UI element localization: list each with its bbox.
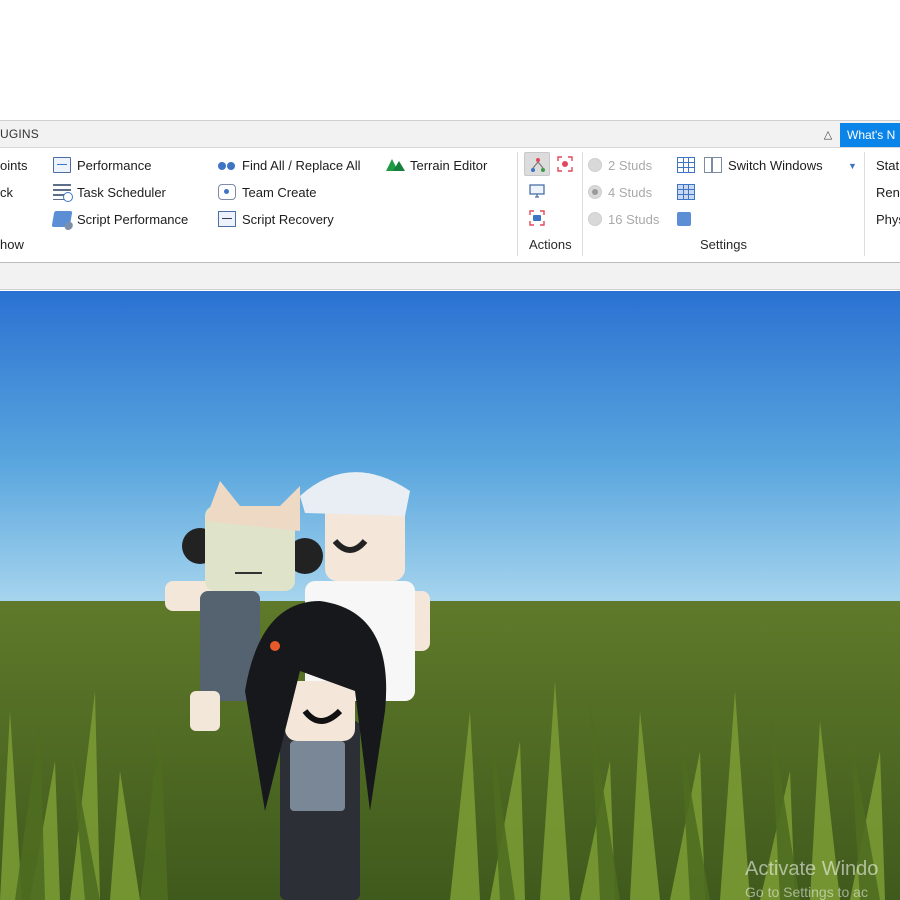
studs-2-label: 2 Studs — [608, 157, 653, 173]
team-create-button[interactable]: Team Create — [218, 182, 316, 202]
clipped-item-1[interactable]: oints — [0, 158, 27, 173]
screen-action-button[interactable] — [524, 179, 550, 203]
script-performance-icon — [51, 211, 73, 227]
switch-windows-button[interactable]: Switch Windows — [704, 155, 823, 175]
grid-material-icon — [677, 184, 695, 200]
tab-plugins[interactable]: UGINS — [0, 127, 39, 141]
performance-icon — [53, 157, 71, 173]
render-button[interactable]: Rend — [876, 185, 900, 200]
ribbon-toolbar: oints ck how Performance Task Scheduler … — [0, 148, 900, 263]
clipboard-button[interactable] — [677, 209, 697, 229]
screen-icon — [529, 184, 545, 198]
studs-4-label: 4 Studs — [608, 184, 653, 200]
switch-windows-icon — [704, 157, 722, 173]
terrain-icon — [386, 159, 405, 171]
radio-icon — [588, 158, 602, 172]
studs-16-option[interactable]: 16 Studs — [588, 209, 659, 229]
select-action-button[interactable] — [524, 152, 550, 176]
script-performance-button[interactable]: Script Performance — [51, 209, 189, 229]
activation-watermark: Activate Windo — [745, 858, 879, 880]
ribbon-tab-bar: UGINS △ What's N — [0, 120, 900, 148]
studs-2-option[interactable]: 2 Studs — [588, 155, 652, 175]
grass-field — [0, 601, 900, 900]
radio-icon — [588, 212, 602, 226]
record-action-button[interactable] — [552, 152, 578, 176]
script-performance-label: Script Performance — [77, 211, 189, 227]
performance-button[interactable]: Performance — [53, 155, 151, 175]
team-create-icon — [218, 184, 236, 200]
studs-4-option[interactable]: 4 Studs — [588, 182, 652, 202]
clipboard-icon — [677, 212, 691, 226]
camera-action-button[interactable] — [524, 206, 550, 230]
script-recovery-button[interactable]: Script Recovery — [218, 209, 334, 229]
find-replace-label: Find All / Replace All — [242, 157, 361, 173]
grid-toggle-button[interactable] — [677, 155, 701, 175]
switch-windows-label: Switch Windows — [728, 157, 823, 173]
radio-selected-icon — [588, 185, 602, 199]
record-icon — [557, 156, 573, 172]
blank-header-area — [0, 0, 900, 120]
task-scheduler-icon — [53, 184, 73, 202]
task-scheduler-button[interactable]: Task Scheduler — [53, 182, 166, 202]
screenshot-icon — [529, 210, 545, 226]
studs-16-label: 16 Studs — [608, 211, 660, 227]
sky — [0, 291, 900, 606]
grid-icon — [677, 157, 695, 173]
toolbar-strip — [0, 263, 900, 290]
script-recovery-icon — [218, 211, 236, 227]
stats-button[interactable]: Stat — [876, 158, 899, 173]
settings-group-label: Settings — [700, 237, 747, 252]
whats-new-button[interactable]: What's N — [840, 123, 900, 147]
scene-illustration — [0, 291, 900, 900]
terrain-editor-label: Terrain Editor — [410, 157, 488, 173]
separator — [864, 152, 865, 256]
transform-icon — [531, 158, 545, 172]
terrain-editor-button[interactable]: Terrain Editor — [386, 155, 487, 175]
collapse-ribbon-icon[interactable]: △ — [820, 127, 836, 143]
physics-button[interactable]: Phys — [876, 212, 900, 227]
clipped-group-label: how — [0, 237, 24, 252]
separator — [517, 152, 518, 256]
grid-material-button[interactable] — [677, 182, 701, 202]
clipped-item-2[interactable]: ck — [0, 185, 13, 200]
find-replace-button[interactable]: Find All / Replace All — [218, 155, 361, 175]
chevron-down-icon[interactable]: ▼ — [848, 161, 857, 171]
game-viewport[interactable] — [0, 291, 900, 900]
script-recovery-label: Script Recovery — [242, 211, 334, 227]
actions-group-label: Actions — [529, 237, 572, 252]
team-create-label: Team Create — [242, 184, 317, 200]
performance-label: Performance — [77, 157, 152, 173]
activation-watermark-subtitle: Go to Settings to ac — [745, 884, 868, 900]
separator — [582, 152, 583, 256]
task-scheduler-label: Task Scheduler — [77, 184, 166, 200]
binoculars-icon — [218, 157, 236, 173]
